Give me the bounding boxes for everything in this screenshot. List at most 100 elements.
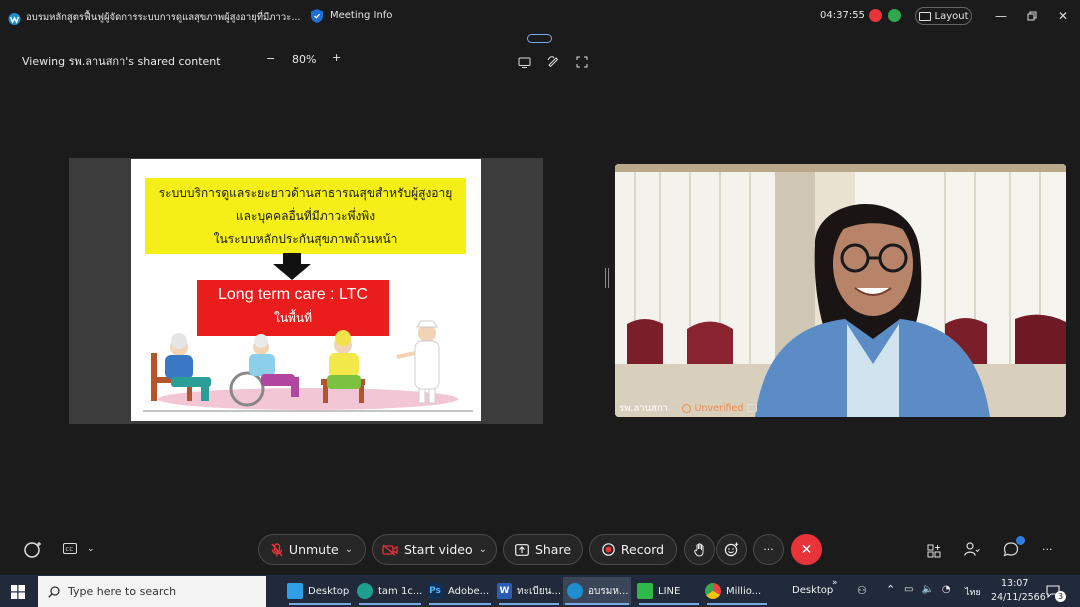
taskbar-item-edge[interactable]: tam 1c... bbox=[357, 577, 423, 605]
taskbar-item-line[interactable]: LINE bbox=[637, 577, 701, 605]
windows-start-icon[interactable] bbox=[11, 584, 25, 603]
panel-resize-handle[interactable] bbox=[605, 268, 609, 288]
active-indicator bbox=[289, 603, 351, 605]
muted-mic-icon bbox=[271, 542, 283, 556]
hand-icon bbox=[694, 542, 704, 557]
chat-icon[interactable] bbox=[1003, 541, 1019, 561]
captions-icon[interactable]: CC ⌄ bbox=[63, 543, 95, 554]
record-icon bbox=[602, 543, 615, 556]
restore-icon bbox=[1027, 11, 1037, 21]
meeting-title: อบรมหลักสูตรฟื้นฟูผู้จัดการระบบการดูแลสุ… bbox=[26, 12, 301, 23]
record-button[interactable]: Record bbox=[589, 534, 677, 565]
taskbar-item-label: Desktop bbox=[308, 585, 350, 597]
chevron-down-icon[interactable]: ⌄ bbox=[479, 544, 487, 555]
emoji-icon bbox=[724, 542, 739, 557]
apps-icon[interactable] bbox=[927, 543, 941, 562]
unmute-label: Unmute bbox=[288, 542, 339, 557]
ltc-title: Long term care : LTC bbox=[218, 286, 368, 303]
layout-button[interactable]: Layout bbox=[915, 7, 972, 25]
active-indicator bbox=[429, 603, 491, 605]
minimize-button[interactable]: — bbox=[988, 6, 1014, 26]
taskbar-item-chrome[interactable]: Millio... bbox=[705, 577, 769, 605]
active-indicator bbox=[707, 603, 767, 605]
chevron-down-icon[interactable]: ⌄ bbox=[87, 544, 95, 554]
word-icon: W bbox=[497, 583, 513, 599]
reactions-icon[interactable] bbox=[23, 541, 43, 563]
shield-icon[interactable] bbox=[310, 8, 324, 28]
raise-hand-button[interactable] bbox=[684, 534, 715, 565]
fullscreen-icon[interactable] bbox=[576, 53, 588, 72]
start-video-label: Start video bbox=[403, 542, 473, 557]
share-icon bbox=[515, 543, 529, 556]
chevron-down-icon[interactable]: ⌄ bbox=[345, 544, 353, 555]
slide-title-box: ระบบบริการดูแลระยะยาวด้านสาธารณสุขสำหรับ… bbox=[145, 178, 466, 254]
slide-title-line-2: และบุคคลอื่นที่มีภาวะพึ่งพิง bbox=[235, 209, 376, 223]
zoom-level[interactable]: 80% bbox=[292, 53, 316, 66]
taskbar-item-desktop[interactable]: Desktop bbox=[287, 577, 353, 605]
slide-title-line-3: ในระบบหลักประกันสุขภาพถ้วนหน้า bbox=[213, 232, 398, 246]
taskbar-date[interactable]: 24/11/2566 bbox=[991, 592, 1046, 603]
share-button[interactable]: Share bbox=[503, 534, 583, 565]
active-indicator bbox=[639, 603, 699, 605]
zoom-in-button[interactable]: + bbox=[332, 51, 341, 64]
edge-icon bbox=[357, 583, 373, 599]
taskbar-item-photoshop[interactable]: Ps Adobe... bbox=[427, 577, 493, 605]
elderly-care-illustration bbox=[143, 319, 473, 418]
toolbar-expand-icon[interactable]: » bbox=[832, 578, 838, 588]
more-label: ··· bbox=[763, 543, 774, 556]
battery-icon: ▭ bbox=[904, 584, 914, 595]
people-icon[interactable]: ⚇ bbox=[857, 584, 867, 597]
photoshop-icon: Ps bbox=[427, 583, 443, 599]
reactions-button[interactable] bbox=[716, 534, 747, 565]
wifi-icon: ◔ bbox=[941, 584, 951, 595]
taskbar-item-webex[interactable]: อบรมห... bbox=[563, 577, 631, 605]
volume-icon: 🔈 bbox=[921, 584, 934, 595]
participant-video[interactable] bbox=[615, 164, 1066, 417]
slide-title-line-1: ระบบบริการดูแลระยะยาวด้านสาธารณสุขสำหรับ… bbox=[158, 186, 453, 200]
tray-icons[interactable]: ▭ 🔈 ◔ bbox=[904, 584, 951, 595]
more-panels-icon[interactable]: ··· bbox=[1042, 543, 1053, 556]
drag-handle[interactable] bbox=[527, 34, 552, 43]
separator-dot: • bbox=[671, 402, 678, 414]
unmute-button[interactable]: Unmute ⌄ bbox=[258, 534, 366, 565]
participant-name: รพ.ลานสกา bbox=[619, 402, 668, 414]
svg-text:CC: CC bbox=[66, 547, 74, 553]
show-hidden-icons[interactable]: ⌃ bbox=[886, 583, 895, 596]
connection-indicator-icon bbox=[888, 9, 901, 22]
restore-button[interactable] bbox=[1019, 6, 1045, 26]
meeting-info-link[interactable]: Meeting Info bbox=[330, 10, 392, 21]
close-icon: ✕ bbox=[800, 541, 813, 558]
record-label: Record bbox=[620, 542, 665, 557]
language-indicator[interactable]: ไทย bbox=[965, 585, 981, 599]
leave-meeting-button[interactable]: ✕ bbox=[791, 534, 822, 565]
pop-out-icon[interactable] bbox=[518, 53, 531, 72]
taskbar-item-word[interactable]: W ทะเบียน... bbox=[497, 577, 561, 605]
notification-count: 3 bbox=[1055, 591, 1066, 602]
taskbar-item-label: ทะเบียน... bbox=[517, 585, 561, 597]
start-video-button[interactable]: Start video ⌄ bbox=[372, 534, 497, 565]
annotate-icon[interactable] bbox=[547, 52, 560, 71]
taskbar-time[interactable]: 13:07 bbox=[1001, 578, 1028, 589]
participant-name-bar: รพ.ลานสกา • Unverified bbox=[619, 401, 758, 415]
active-indicator bbox=[565, 603, 629, 605]
taskbar-item-label: Adobe... bbox=[448, 585, 490, 597]
recording-indicator-icon bbox=[869, 9, 882, 22]
desktop-toolbar-label[interactable]: Desktop bbox=[792, 585, 833, 596]
participants-icon[interactable] bbox=[964, 542, 980, 561]
desktop-folder-icon bbox=[287, 583, 303, 599]
search-placeholder: Type here to search bbox=[68, 585, 177, 598]
share-label: Share bbox=[534, 542, 572, 557]
zoom-out-button[interactable]: − bbox=[266, 52, 275, 65]
caption-badge-icon bbox=[747, 404, 758, 412]
close-window-button[interactable]: ✕ bbox=[1050, 6, 1076, 26]
active-indicator bbox=[359, 603, 421, 605]
taskbar-item-label: LINE bbox=[658, 585, 681, 597]
more-options-button[interactable]: ··· bbox=[753, 534, 784, 565]
unverified-status: Unverified bbox=[694, 402, 744, 414]
taskbar-item-label: tam 1c... bbox=[378, 585, 423, 597]
layout-label: Layout bbox=[934, 10, 969, 22]
taskbar-item-label: อบรมห... bbox=[588, 585, 629, 597]
taskbar-search-box[interactable]: Type here to search bbox=[38, 576, 266, 607]
chrome-icon bbox=[705, 583, 721, 599]
unverified-icon bbox=[681, 403, 691, 413]
